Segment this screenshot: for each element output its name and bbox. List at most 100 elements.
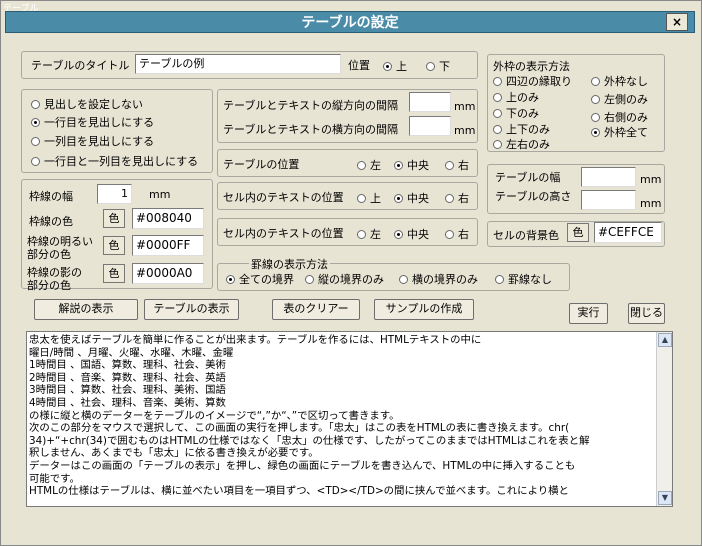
show-table-button[interactable]: テーブルの表示: [144, 299, 239, 320]
radio-dot: [394, 229, 403, 239]
border-width-label: 枠線の幅: [29, 190, 73, 203]
grid-none-radio[interactable]: 罫線なし: [495, 271, 552, 287]
border-width-input[interactable]: 1: [97, 184, 132, 204]
radio-dot: [493, 92, 502, 102]
memo-line: HTMLの仕様はテーブルは、横に並べたい項目を一項目ずつ、<TD></TD>の間…: [29, 485, 569, 498]
border-color-button[interactable]: 色: [103, 209, 125, 228]
table-pos-left-radio[interactable]: 左: [357, 157, 381, 173]
heading-first-row-radio[interactable]: 一行目を見出しにする: [31, 114, 154, 130]
radio-dot: [493, 76, 502, 86]
border-shadow-color-value[interactable]: #0000A0: [132, 263, 204, 284]
radio-label: 左: [370, 228, 381, 241]
radio-dot: [591, 127, 600, 137]
heading-none-radio[interactable]: 見出しを設定しない: [31, 96, 143, 112]
close-button[interactable]: 閉じる: [628, 303, 665, 324]
close-icon[interactable]: ×: [666, 13, 688, 31]
radio-label: 中央: [407, 159, 429, 172]
memo-line: データーはこの画面の「テーブルの表示」を押し、緑色の画面にテーブルを書き込んで、…: [29, 459, 576, 472]
horizontal-spacing-label: テーブルとテキストの横方向の間隔: [223, 123, 399, 136]
radio-label: 一行目を見出しにする: [44, 116, 155, 129]
create-sample-button[interactable]: サンプルの作成: [374, 299, 474, 320]
horizontal-spacing-input[interactable]: [409, 116, 451, 136]
dialog-title: テーブルの設定: [5, 11, 695, 33]
table-title-input[interactable]: テーブルの例: [135, 54, 341, 74]
border-color-value[interactable]: #008040: [132, 208, 204, 229]
explain-button[interactable]: 解説の表示: [34, 299, 138, 320]
title-pos-top-radio[interactable]: 上: [383, 58, 407, 74]
table-height-unit: mm: [640, 197, 662, 210]
outer-none-radio[interactable]: 外枠なし: [591, 73, 648, 89]
heading-both-radio[interactable]: 一行目と一列目を見出しにする: [31, 153, 198, 169]
radio-label: 全ての境界: [239, 273, 294, 286]
radio-label: 中央: [407, 228, 429, 241]
vertical-spacing-input[interactable]: [409, 92, 451, 112]
explanation-textarea[interactable]: 忠太を使えばテーブルを簡単に作ることが出来ます。テーブルを作るには、HTMLテキ…: [26, 331, 673, 507]
border-shadow-color-button[interactable]: 色: [103, 264, 125, 283]
grid-vertical-radio[interactable]: 縦の境界のみ: [305, 271, 384, 287]
radio-label: 一行目と一列目を見出しにする: [44, 155, 199, 168]
radio-dot: [357, 229, 366, 239]
outer-top-radio[interactable]: 上のみ: [493, 89, 539, 105]
radio-label: 右: [458, 192, 469, 205]
scroll-up-icon[interactable]: ▲: [658, 333, 672, 347]
border-width-unit: mm: [149, 188, 171, 201]
bgcolor-label: セルの背景色: [493, 229, 559, 242]
cell-hpos-center-radio[interactable]: 中央: [394, 226, 429, 242]
border-light-label-2: 部分の色: [27, 248, 71, 261]
memo-line: の様に縦と横のデーターをテーブルのイメージで“,”か“、”で区切って書きます。: [29, 409, 400, 422]
vertical-scrollbar[interactable]: ▲ ▼: [656, 332, 672, 506]
cell-vpos-bottom-radio[interactable]: 右: [445, 190, 469, 206]
table-height-input[interactable]: [581, 190, 636, 210]
table-title-label: テーブルのタイトル: [31, 59, 130, 72]
radio-dot: [399, 274, 408, 284]
cell-hpos-left-radio[interactable]: 左: [357, 226, 381, 242]
outer-top-bottom-radio[interactable]: 上下のみ: [493, 121, 550, 137]
radio-label: 右: [458, 159, 469, 172]
scroll-down-icon[interactable]: ▼: [658, 491, 672, 505]
bgcolor-button[interactable]: 色: [567, 223, 589, 242]
memo-line: 34)+“+chr(34)で囲むものはHTMLの仕様ではなく「忠太」の仕様です、…: [29, 434, 590, 447]
outer-right-radio[interactable]: 右側のみ: [591, 109, 648, 125]
radio-label: 罫線なし: [508, 273, 552, 286]
table-pos-right-radio[interactable]: 右: [445, 157, 469, 173]
radio-label: 左右のみ: [506, 138, 550, 151]
radio-label: 横の境界のみ: [412, 273, 478, 286]
radio-dot: [383, 61, 392, 71]
border-light-color-button[interactable]: 色: [103, 236, 125, 255]
radio-dot: [31, 136, 40, 146]
cell-vpos-top-radio[interactable]: 上: [357, 190, 381, 206]
clear-table-button[interactable]: 表のクリアー: [272, 299, 360, 320]
outer-bottom-radio[interactable]: 下のみ: [493, 105, 539, 121]
radio-dot: [226, 274, 235, 284]
cell-hpos-right-radio[interactable]: 右: [445, 226, 469, 242]
outer-label: 外枠の表示方法: [493, 60, 570, 73]
bgcolor-value[interactable]: #CEFFCE: [594, 222, 662, 243]
outer-all-edges-radio[interactable]: 四辺の縁取り: [493, 73, 572, 89]
radio-label: 上のみ: [506, 91, 539, 104]
cell-hpos-label: セル内のテキストの位置: [223, 227, 344, 240]
horizontal-spacing-unit: mm: [454, 124, 476, 137]
heading-first-col-radio[interactable]: 一列目を見出しにする: [31, 133, 154, 149]
position-label: 位置: [348, 59, 370, 72]
radio-label: 中央: [407, 192, 429, 205]
radio-label: 左側のみ: [604, 93, 648, 106]
table-width-input[interactable]: [581, 167, 636, 187]
radio-dot: [31, 99, 40, 109]
outer-all-radio[interactable]: 外枠全て: [591, 124, 648, 140]
border-color-label: 枠線の色: [29, 215, 73, 228]
border-shadow-label-2: 部分の色: [27, 279, 71, 292]
radio-dot: [357, 193, 366, 203]
grid-all-radio[interactable]: 全ての境界: [226, 271, 294, 287]
outer-left-right-radio[interactable]: 左右のみ: [493, 136, 550, 152]
title-pos-bottom-radio[interactable]: 下: [426, 58, 450, 74]
outer-left-radio[interactable]: 左側のみ: [591, 91, 648, 107]
run-button[interactable]: 実行: [569, 303, 608, 324]
cell-vpos-center-radio[interactable]: 中央: [394, 190, 429, 206]
grid-horizontal-radio[interactable]: 横の境界のみ: [399, 271, 478, 287]
table-pos-center-radio[interactable]: 中央: [394, 157, 429, 173]
radio-dot: [31, 156, 40, 166]
table-position-label: テーブルの位置: [223, 158, 300, 171]
radio-label: 右側のみ: [604, 111, 648, 124]
table-height-label: テーブルの高さ: [495, 190, 572, 203]
border-light-color-value[interactable]: #0000FF: [132, 235, 204, 256]
